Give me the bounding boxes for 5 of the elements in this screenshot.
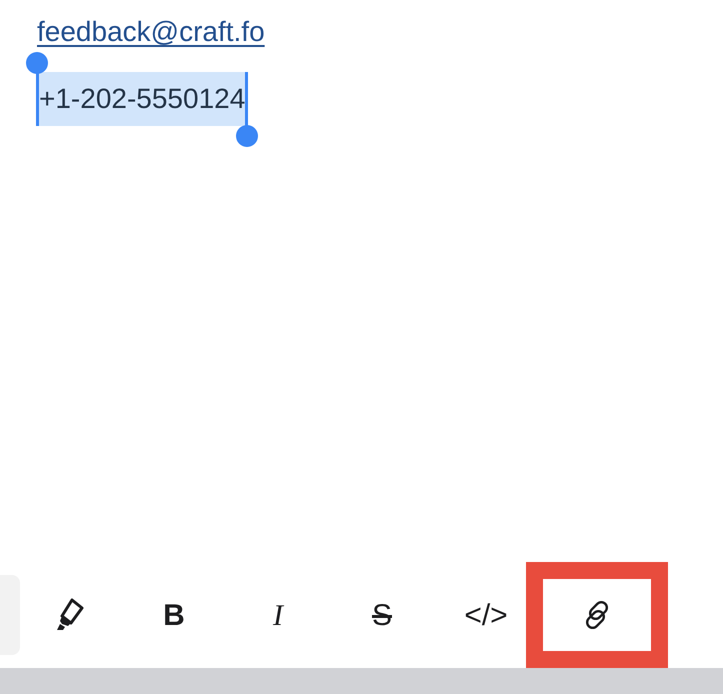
strikethrough-button[interactable]: S bbox=[330, 575, 434, 655]
bold-button[interactable]: B bbox=[122, 575, 226, 655]
email-link[interactable]: feedback@craft.fo bbox=[37, 14, 265, 50]
code-button[interactable]: </> bbox=[434, 575, 538, 655]
italic-button[interactable]: I bbox=[226, 575, 330, 655]
